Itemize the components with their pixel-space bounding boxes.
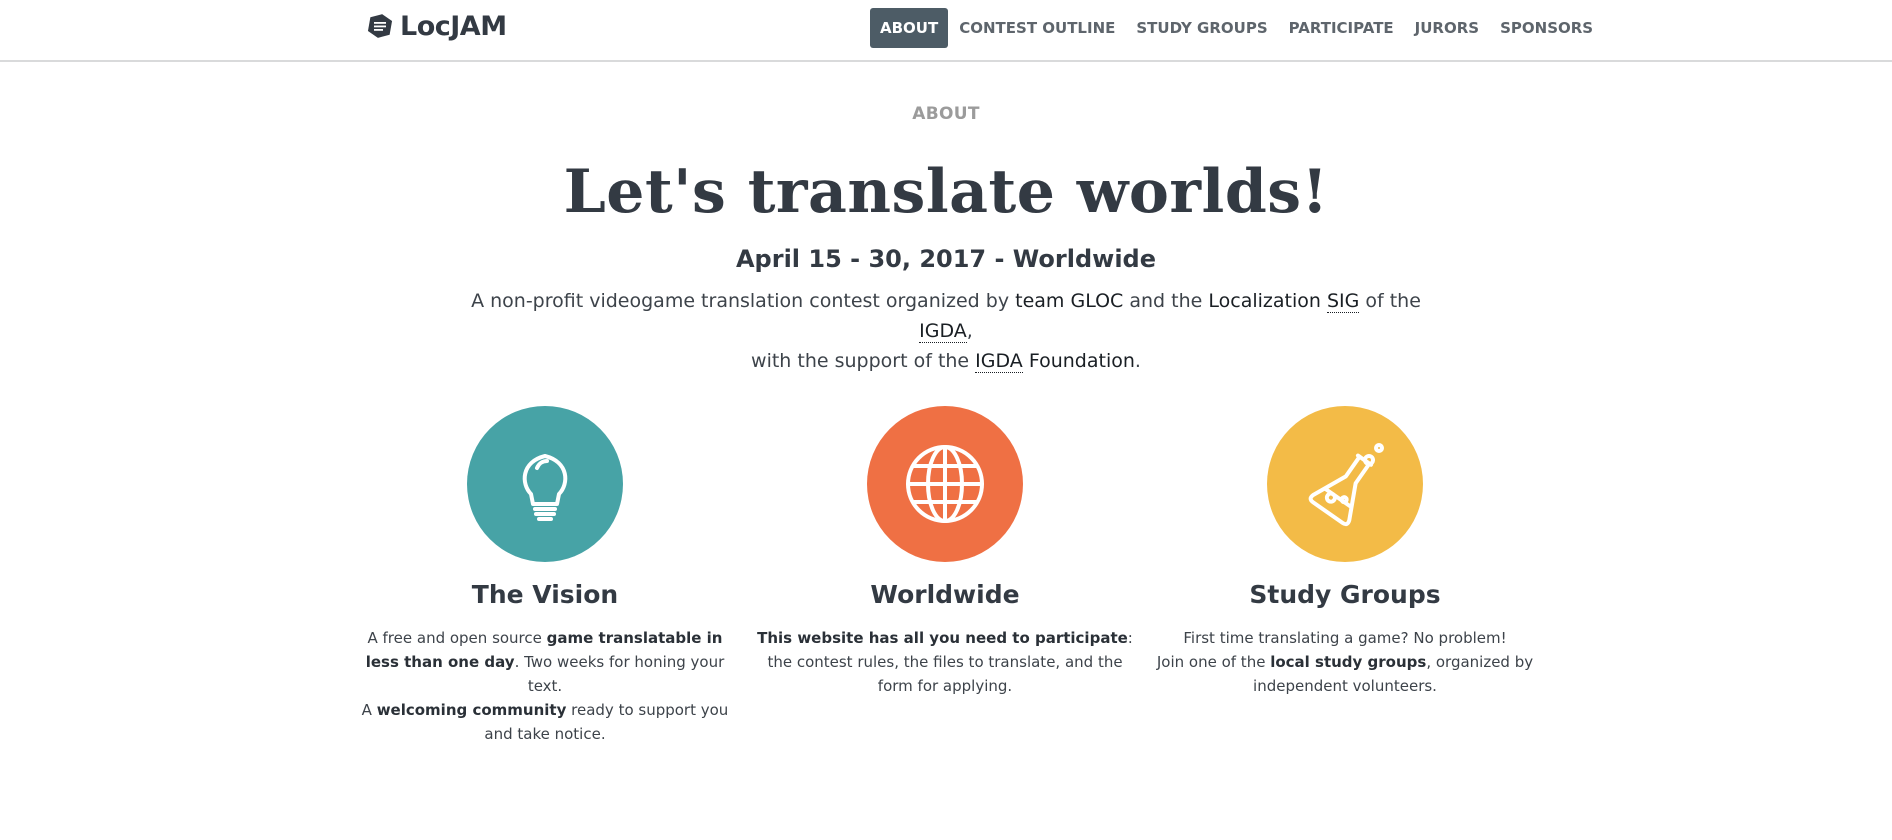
feature-title: Worldwide (870, 580, 1020, 609)
nav-item-sponsors[interactable]: SPONSORS (1490, 8, 1603, 48)
feature-circle (867, 406, 1023, 562)
localization-sig-link[interactable]: Localization SIG (1208, 290, 1360, 313)
localization-text: Localization (1208, 290, 1327, 312)
flask-icon (1308, 443, 1384, 527)
hero-date: April 15 - 30, 2017 - Worldwide (735, 245, 1156, 273)
nav-item-about[interactable]: ABOUT (870, 8, 949, 48)
feature-text-part: A free and open source (367, 629, 547, 647)
feature-text-part: A (361, 701, 377, 719)
igda-abbr: IGDA (975, 350, 1023, 373)
desc-text: , (966, 320, 973, 342)
main-nav: ABOUT CONTEST OUTLINE STUDY GROUPS PARTI… (870, 8, 1604, 48)
igda-foundation-link[interactable]: IGDA Foundation (975, 350, 1135, 373)
hero-description: A non-profit videogame translation conte… (446, 286, 1446, 376)
feature-text: First time translating a game? No proble… (1155, 626, 1535, 698)
feature-text-part: Join one of the (1156, 653, 1271, 671)
igda-abbr: IGDA (919, 320, 967, 343)
nav-item-participate[interactable]: PARTICIPATE (1279, 8, 1404, 48)
desc-text: with the support of the (751, 350, 976, 372)
foundation-text: Foundation (1022, 350, 1135, 372)
feature-text-bold: This website has all you need to partici… (757, 629, 1128, 647)
brand-name: LocJAM (400, 10, 507, 42)
nav-item-study-groups[interactable]: STUDY GROUPS (1126, 8, 1277, 48)
lightbulb-icon (522, 454, 568, 521)
feature-text-bold: welcoming community (376, 701, 567, 719)
locjam-logo-icon (367, 14, 393, 38)
nav-item-contest-outline[interactable]: CONTEST OUTLINE (949, 8, 1125, 48)
feature-title: The Vision (471, 580, 619, 609)
sig-abbr: SIG (1326, 290, 1360, 313)
globe-icon (906, 445, 984, 523)
section-label: ABOUT (912, 104, 980, 124)
feature-vision: The Vision A free and open source game t… (355, 406, 735, 746)
igda-link[interactable]: IGDA (919, 320, 967, 343)
brand-logo-link[interactable]: LocJAM (366, 9, 507, 43)
feature-title: Study Groups (1249, 580, 1441, 609)
nav-item-jurors[interactable]: JURORS (1405, 8, 1489, 48)
desc-text: and the (1123, 290, 1209, 312)
feature-circle (467, 406, 623, 562)
desc-text: . (1134, 350, 1141, 372)
feature-text: A free and open source game translatable… (355, 626, 735, 746)
feature-study-groups: Study Groups First time translating a ga… (1155, 406, 1535, 698)
feature-worldwide: Worldwide This website has all you need … (755, 406, 1135, 698)
hero-title: Let's translate worlds! (563, 157, 1329, 227)
team-gloc-link[interactable]: team GLOC (1015, 290, 1123, 312)
feature-text-bold: local study groups (1270, 653, 1427, 671)
feature-text-part: . Two weeks for honing your text. (514, 653, 725, 695)
navbar: LocJAM ABOUT CONTEST OUTLINE STUDY GROUP… (0, 0, 1892, 62)
feature-text-part: First time translating a game? No proble… (1183, 629, 1507, 647)
desc-text: of the (1359, 290, 1421, 312)
desc-text: A non-profit videogame translation conte… (471, 290, 1016, 312)
feature-circle (1267, 406, 1423, 562)
feature-text: This website has all you need to partici… (755, 626, 1135, 698)
